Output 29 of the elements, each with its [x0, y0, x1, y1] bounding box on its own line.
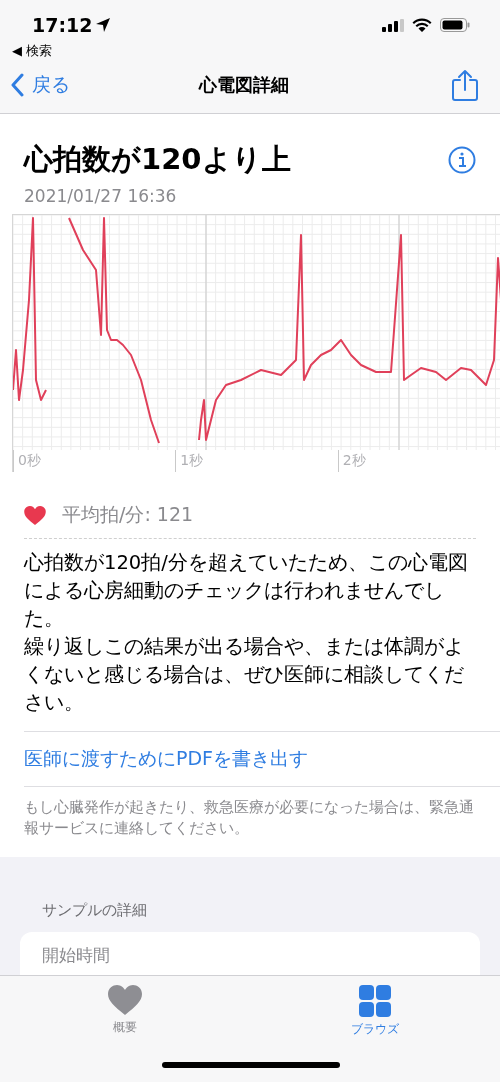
location-arrow-icon: [96, 18, 111, 32]
average-heart-rate: 平均拍/分: 121: [62, 502, 194, 527]
grid-icon: [359, 985, 391, 1017]
battery-icon: [440, 18, 470, 32]
tab-bar-item[interactable]: 概要: [0, 976, 250, 1082]
time-label: 2秒: [337, 450, 500, 472]
chevron-left-icon: [10, 72, 24, 97]
row-label: 開始時間: [42, 944, 111, 967]
export-pdf-link[interactable]: 医師に渡すためにPDFを書き出す: [0, 732, 333, 786]
nav-title: 心電図詳細: [197, 72, 290, 97]
share-icon: [452, 68, 478, 101]
result-message: 心拍数が120拍/分を超えていたため、この心電図による心房細動のチェックは行われませんでした。 繰り返しこの結果が出る場合や、または体調がよくないと感じる場合は、ぜひ医師に相談してください。: [22, 550, 469, 716]
tab-bar-item[interactable]: ブラウズ: [250, 976, 500, 1082]
info-button[interactable]: [448, 146, 476, 174]
share-button[interactable]: [452, 68, 478, 101]
info-icon: [448, 146, 476, 174]
section-heading: サンプルの詳細: [41, 900, 148, 921]
back-button[interactable]: 戻る: [10, 71, 130, 98]
back-to-app-link[interactable]: ◀ 検索: [0, 38, 53, 56]
wifi-icon: [412, 18, 432, 32]
heart-icon: [108, 985, 142, 1015]
heart-icon: [24, 505, 46, 525]
time-label: 1秒: [175, 450, 338, 472]
ecg-title: 心拍数が120より上: [24, 141, 291, 178]
recording-date: 2021/01/27 16:36: [23, 185, 178, 208]
status-time: 17:12: [32, 14, 93, 36]
emergency-note: もし心臓発作が起きたり、救急医療が必要になった場合は、緊急通報サービスに連絡してください。: [23, 798, 475, 838]
signal-icon: [382, 18, 404, 32]
time-label: 0秒: [13, 450, 176, 472]
